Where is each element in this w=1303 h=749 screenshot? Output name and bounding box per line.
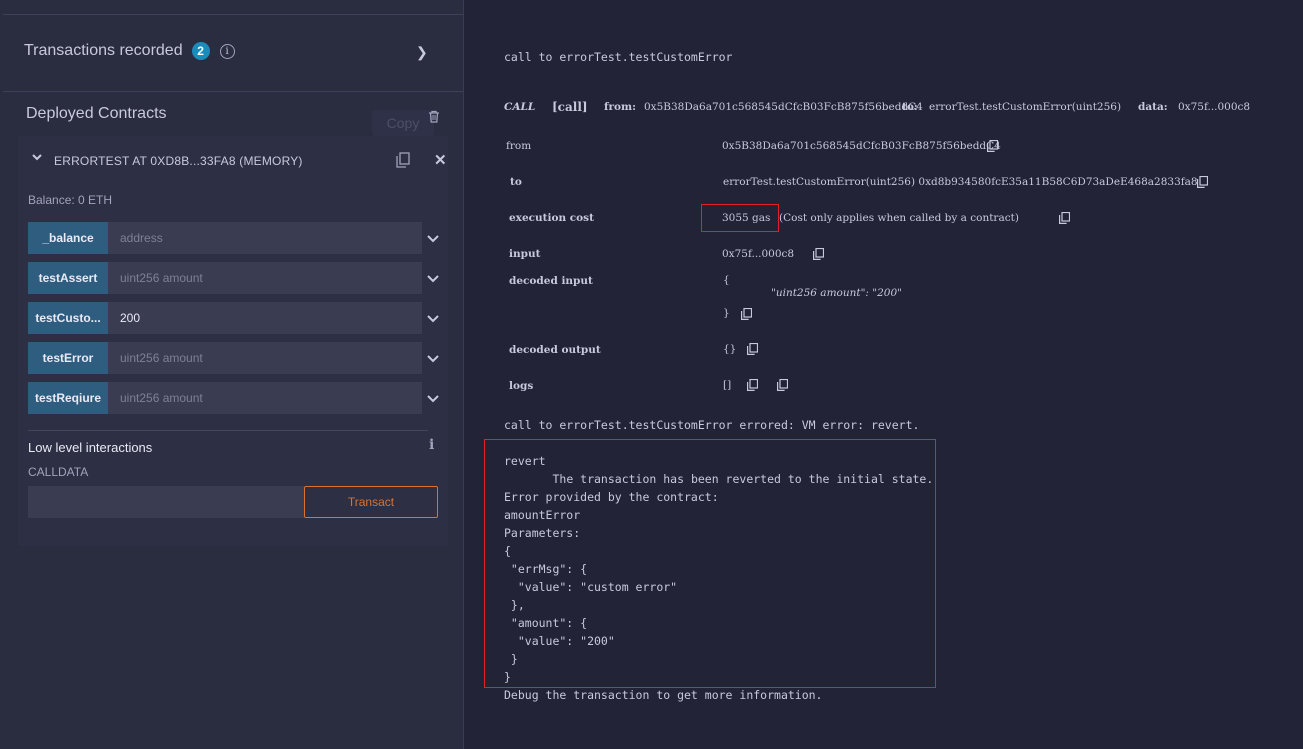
summary-from: 0x5B38Da6a701c568545dCfcB03FcB875f56bedd… <box>644 101 923 113</box>
to-label: to <box>510 176 522 188</box>
function-row-test-require: testReqiure uint256 amount <box>28 382 422 414</box>
decoded-input-line: "uint256 amount": "200" <box>771 287 902 299</box>
execution-cost-value: 3055 gas <box>722 212 771 224</box>
summary-data-label: data: <box>1138 101 1168 113</box>
decoded-input-close: } <box>723 307 730 319</box>
revert-line: "errMsg": { <box>504 562 588 576</box>
function-button-test-require[interactable]: testReqiure <box>28 382 108 414</box>
calldata-label: CALLDATA <box>28 465 89 479</box>
logs-label: logs <box>509 380 534 392</box>
revert-line: "value": "custom error" <box>504 580 678 594</box>
revert-line: amountError <box>504 508 581 522</box>
expand-chevron-icon[interactable] <box>427 355 439 363</box>
input-label: input <box>509 248 541 260</box>
transactions-recorded-header[interactable]: Transactions recorded 2 i <box>24 42 235 60</box>
copy-tooltip: Copy <box>372 110 434 136</box>
section-divider <box>3 91 463 92</box>
function-row-balance: _balance address <box>28 222 422 254</box>
function-button-test-custom-error[interactable]: testCusto... <box>28 302 108 334</box>
info-icon[interactable]: i <box>429 437 434 453</box>
copy-icon[interactable] <box>747 379 758 391</box>
logs-value: [] <box>723 379 732 391</box>
copy-address-icon[interactable] <box>396 152 410 168</box>
expand-chevron-icon[interactable] <box>427 235 439 243</box>
function-row-test-custom-error: testCusto... 200 <box>28 302 422 334</box>
expand-chevron-icon[interactable] <box>427 275 439 283</box>
chevron-down-icon[interactable] <box>32 152 42 165</box>
copy-icon[interactable] <box>1059 212 1070 224</box>
debug-line: Debug the transaction to get more inform… <box>504 688 823 702</box>
copy-icon[interactable] <box>813 248 824 260</box>
close-icon[interactable]: ✕ <box>434 151 447 169</box>
function-button-balance[interactable]: _balance <box>28 222 108 254</box>
summary-from-label: from: <box>604 101 637 113</box>
to-value: errorTest.testCustomError(uint256) 0xd8b… <box>723 176 1198 188</box>
from-value: 0x5B38Da6a701c568545dCfcB03FcB875f56bedd… <box>722 140 1001 152</box>
revert-line: } <box>504 670 511 684</box>
revert-line: "amount": { <box>504 616 588 630</box>
input-value: 0x75f...000c8 <box>722 248 795 260</box>
revert-line: }, <box>504 598 525 612</box>
function-button-test-assert[interactable]: testAssert <box>28 262 108 294</box>
function-input-test-error[interactable]: uint256 amount <box>108 342 422 374</box>
copy-icon[interactable] <box>741 308 752 320</box>
function-input-balance[interactable]: address <box>108 222 422 254</box>
calldata-input[interactable] <box>28 486 304 518</box>
summary-to: errorTest.testCustomError(uint256) <box>929 101 1122 113</box>
transact-button[interactable]: Transact <box>304 486 438 518</box>
function-row-test-assert: testAssert uint256 amount <box>28 262 422 294</box>
expand-chevron-icon[interactable] <box>427 395 439 403</box>
copy-icon[interactable] <box>1197 176 1208 188</box>
summary-to-label: to: <box>902 101 918 113</box>
execution-cost-note: (Cost only applies when called by a cont… <box>779 212 1019 224</box>
trash-icon[interactable] <box>428 110 440 126</box>
function-input-test-require[interactable]: uint256 amount <box>108 382 422 414</box>
error-line: call to errorTest.testCustomError errore… <box>504 418 920 432</box>
call-tag: CALL <box>504 101 536 113</box>
function-input-test-assert[interactable]: uint256 amount <box>108 262 422 294</box>
execution-cost-label: execution cost <box>509 212 594 224</box>
revert-line: Parameters: <box>504 526 581 540</box>
summary-data: 0x75f...000c8 <box>1178 101 1251 113</box>
contract-balance: Balance: 0 ETH <box>28 193 113 207</box>
copy-icon[interactable] <box>747 343 758 355</box>
chevron-right-icon[interactable]: ❯ <box>416 44 428 61</box>
revert-line: The transaction has been reverted to the… <box>504 472 934 486</box>
low-level-title: Low level interactions <box>28 440 153 455</box>
function-row-test-error: testError uint256 amount <box>28 342 422 374</box>
expand-chevron-icon[interactable] <box>427 315 439 323</box>
revert-line: revert <box>504 454 546 468</box>
copy-icon[interactable] <box>987 140 998 152</box>
call-line: call to errorTest.testCustomError <box>504 50 733 64</box>
decoded-output-label: decoded output <box>509 344 601 356</box>
revert-line: } <box>504 652 518 666</box>
deployed-contracts-title: Deployed Contracts <box>26 105 167 122</box>
decoded-output-value: {} <box>723 343 737 355</box>
low-level-divider <box>28 430 428 431</box>
top-divider <box>3 14 463 15</box>
transactions-count-badge: 2 <box>191 42 210 60</box>
revert-line: { <box>504 544 511 558</box>
call-kind: [call] <box>552 100 588 114</box>
from-label: from <box>506 140 532 152</box>
transactions-recorded-label: Transactions recorded <box>24 42 183 59</box>
function-input-test-custom-error[interactable]: 200 <box>108 302 422 334</box>
decoded-input-label: decoded input <box>509 275 593 287</box>
copy-icon[interactable] <box>777 379 788 391</box>
revert-line: "value": "200" <box>504 634 615 648</box>
decoded-input-open: { <box>723 274 730 286</box>
contract-title: ERRORTEST AT 0XD8B...33FA8 (MEMORY) <box>54 154 303 168</box>
function-button-test-error[interactable]: testError <box>28 342 108 374</box>
revert-line: Error provided by the contract: <box>504 490 719 504</box>
info-icon[interactable]: i <box>219 43 235 59</box>
